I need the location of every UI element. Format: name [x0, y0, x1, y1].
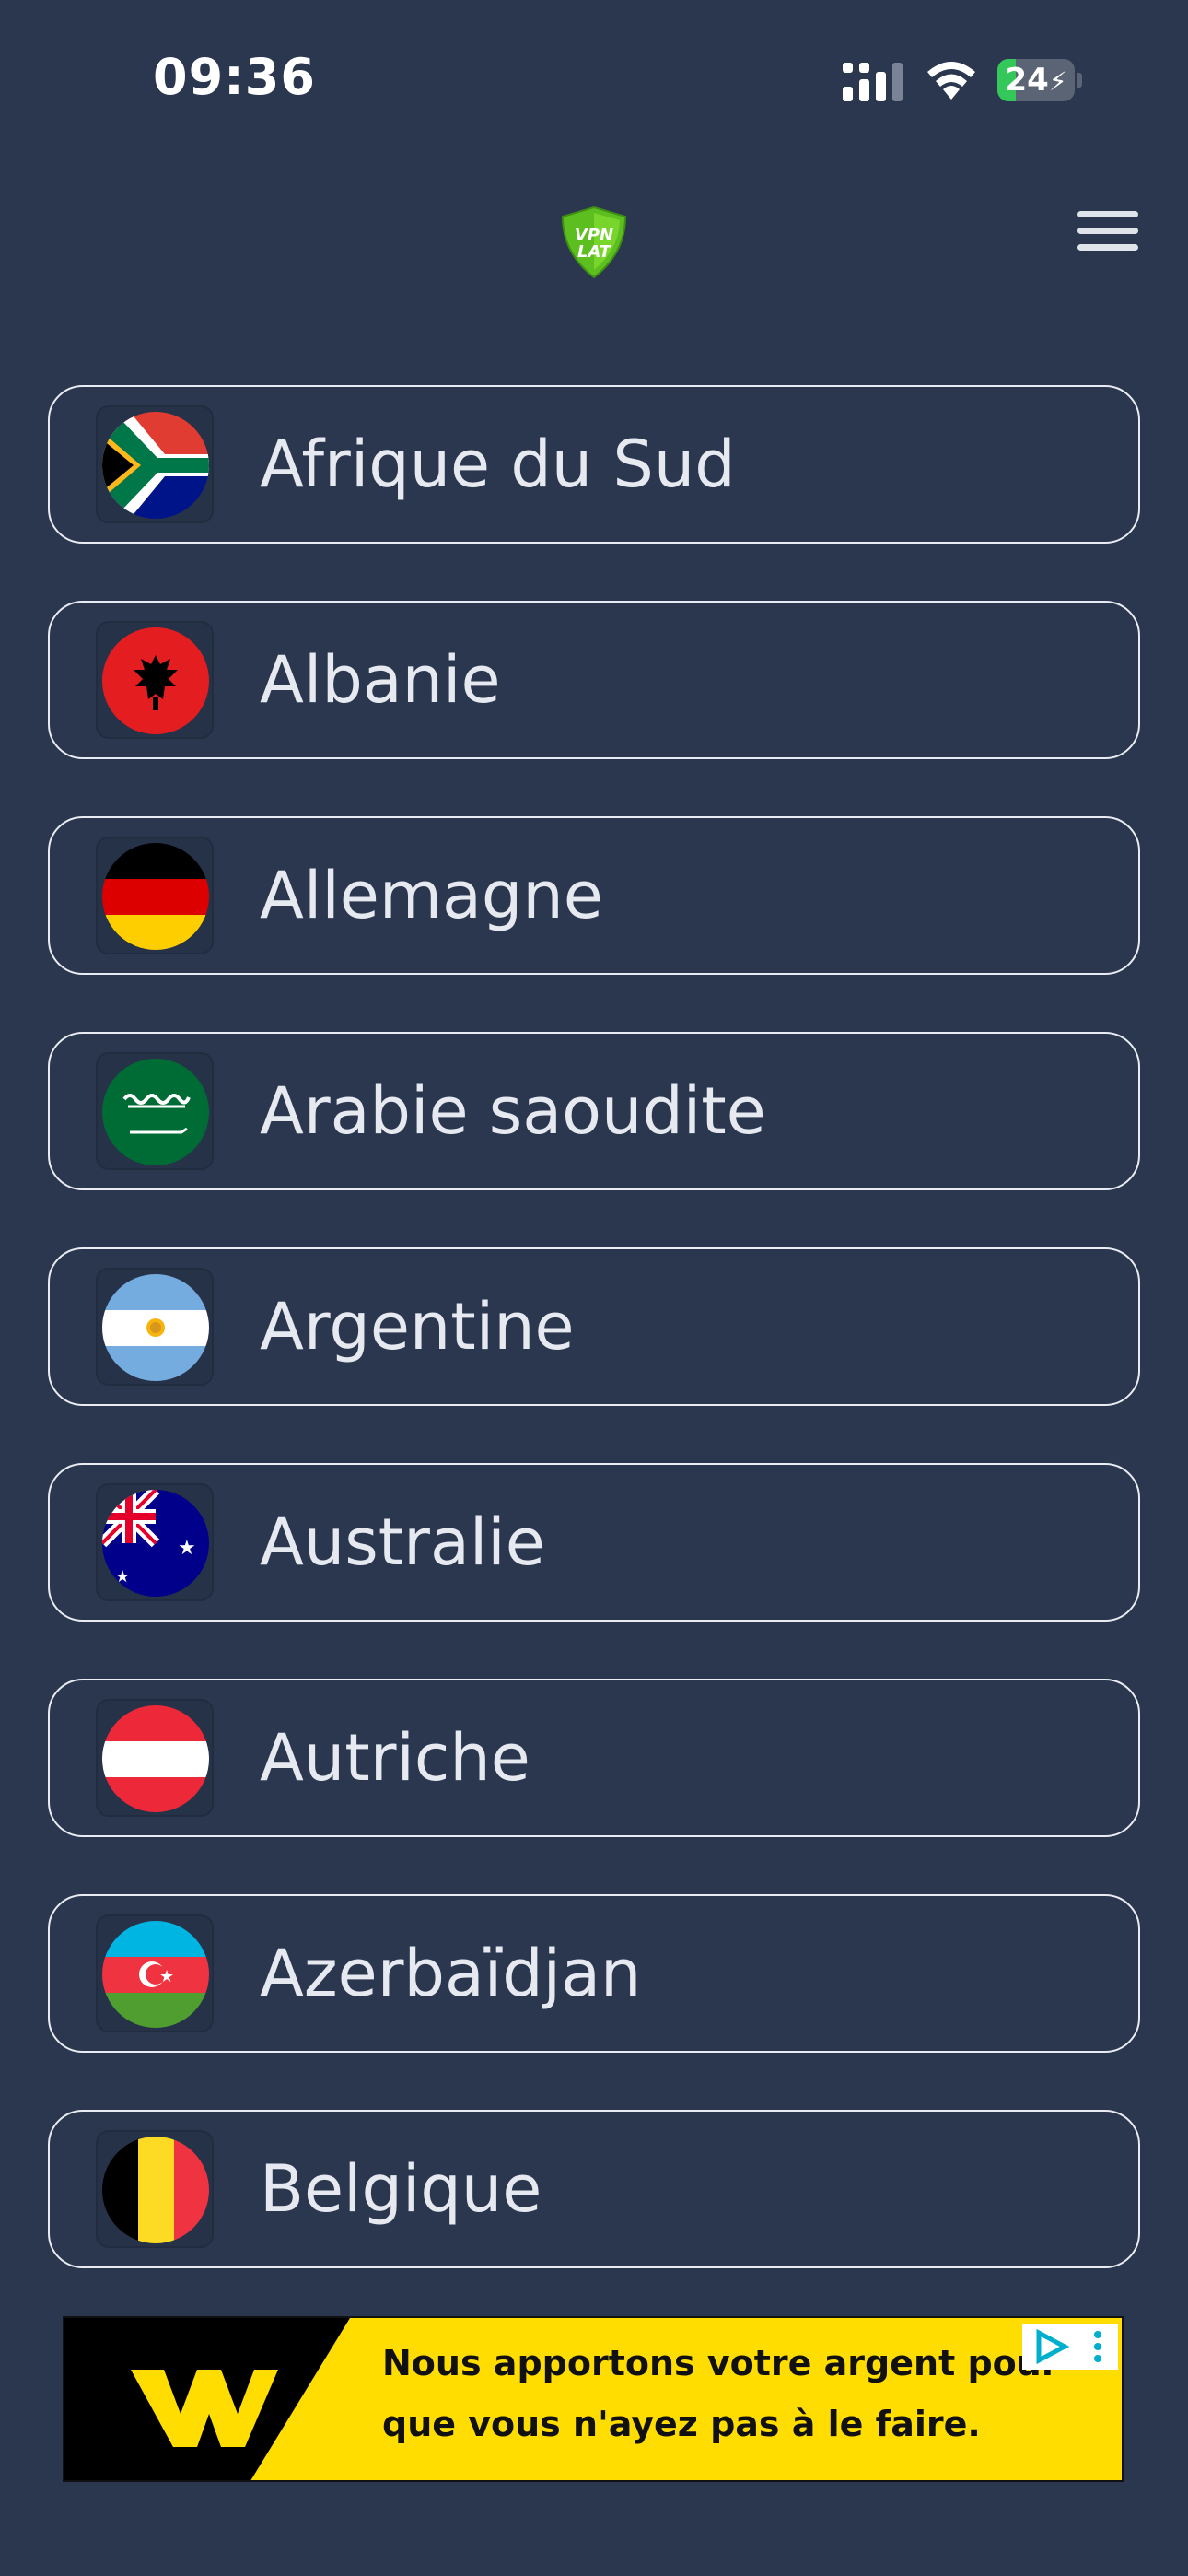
flag-austria-icon	[102, 1705, 209, 1812]
svg-text:★: ★	[178, 1537, 196, 1560]
country-name: Albanie	[260, 642, 501, 718]
flag-south-africa-icon	[102, 412, 209, 519]
battery-level-text: 24⚡	[1005, 62, 1067, 99]
ad-choices-icon[interactable]	[1022, 2324, 1118, 2370]
country-name: Allemagne	[260, 858, 603, 933]
status-time: 09:36	[153, 48, 316, 106]
country-item-arabie-saoudite[interactable]: Arabie saoudite	[48, 1032, 1140, 1190]
svg-text:★: ★	[159, 1967, 174, 1986]
country-name: Argentine	[260, 1289, 575, 1364]
flag-australia-icon: ★ ★	[102, 1490, 209, 1597]
svg-text:LAT: LAT	[577, 242, 612, 262]
wifi-icon	[927, 62, 975, 100]
country-name: Autriche	[260, 1720, 530, 1796]
flag-albania-icon	[102, 627, 209, 734]
flag-belgium-icon	[102, 2137, 209, 2243]
country-name: Belgique	[260, 2151, 542, 2227]
flag-saudi-arabia-icon	[102, 1059, 209, 1165]
country-item-afrique-du-sud[interactable]: Afrique du Sud	[48, 385, 1140, 544]
country-name: Azerbaïdjan	[260, 1936, 642, 2011]
country-item-belgique[interactable]: Belgique	[48, 2110, 1140, 2268]
flag-azerbaijan-icon: ★	[102, 1921, 209, 2028]
bolt-icon: ⚡	[1048, 66, 1067, 97]
flag-argentina-icon	[102, 1274, 209, 1381]
country-name: Australie	[260, 1505, 545, 1580]
country-item-albanie[interactable]: Albanie	[48, 601, 1140, 759]
country-item-argentine[interactable]: Argentine	[48, 1247, 1140, 1406]
country-item-allemagne[interactable]: Allemagne	[48, 816, 1140, 975]
vpnlat-shield-logo-icon: VPN LAT	[561, 205, 627, 279]
svg-text:★: ★	[115, 1567, 130, 1587]
flag-germany-icon	[102, 843, 209, 950]
country-item-australie[interactable]: ★ ★ Australie	[48, 1463, 1140, 1622]
country-name: Afrique du Sud	[260, 427, 736, 502]
hamburger-menu-icon[interactable]	[1068, 200, 1147, 261]
country-item-azerbaidjan[interactable]: ★ Azerbaïdjan	[48, 1894, 1140, 2053]
ad-text: Nous apportons votre argent pour que vou…	[382, 2343, 1059, 2444]
ad-banner[interactable]: Nous apportons votre argent pour que vou…	[63, 2316, 1124, 2482]
battery-charging-icon: 24⚡	[997, 59, 1082, 101]
app-header: VPN LAT	[0, 161, 1188, 345]
country-item-autriche[interactable]: Autriche	[48, 1679, 1140, 1837]
status-bar: 09:36 24⚡	[0, 0, 1188, 161]
country-name: Arabie saoudite	[260, 1073, 766, 1149]
cellular-signal-icon	[843, 63, 903, 101]
